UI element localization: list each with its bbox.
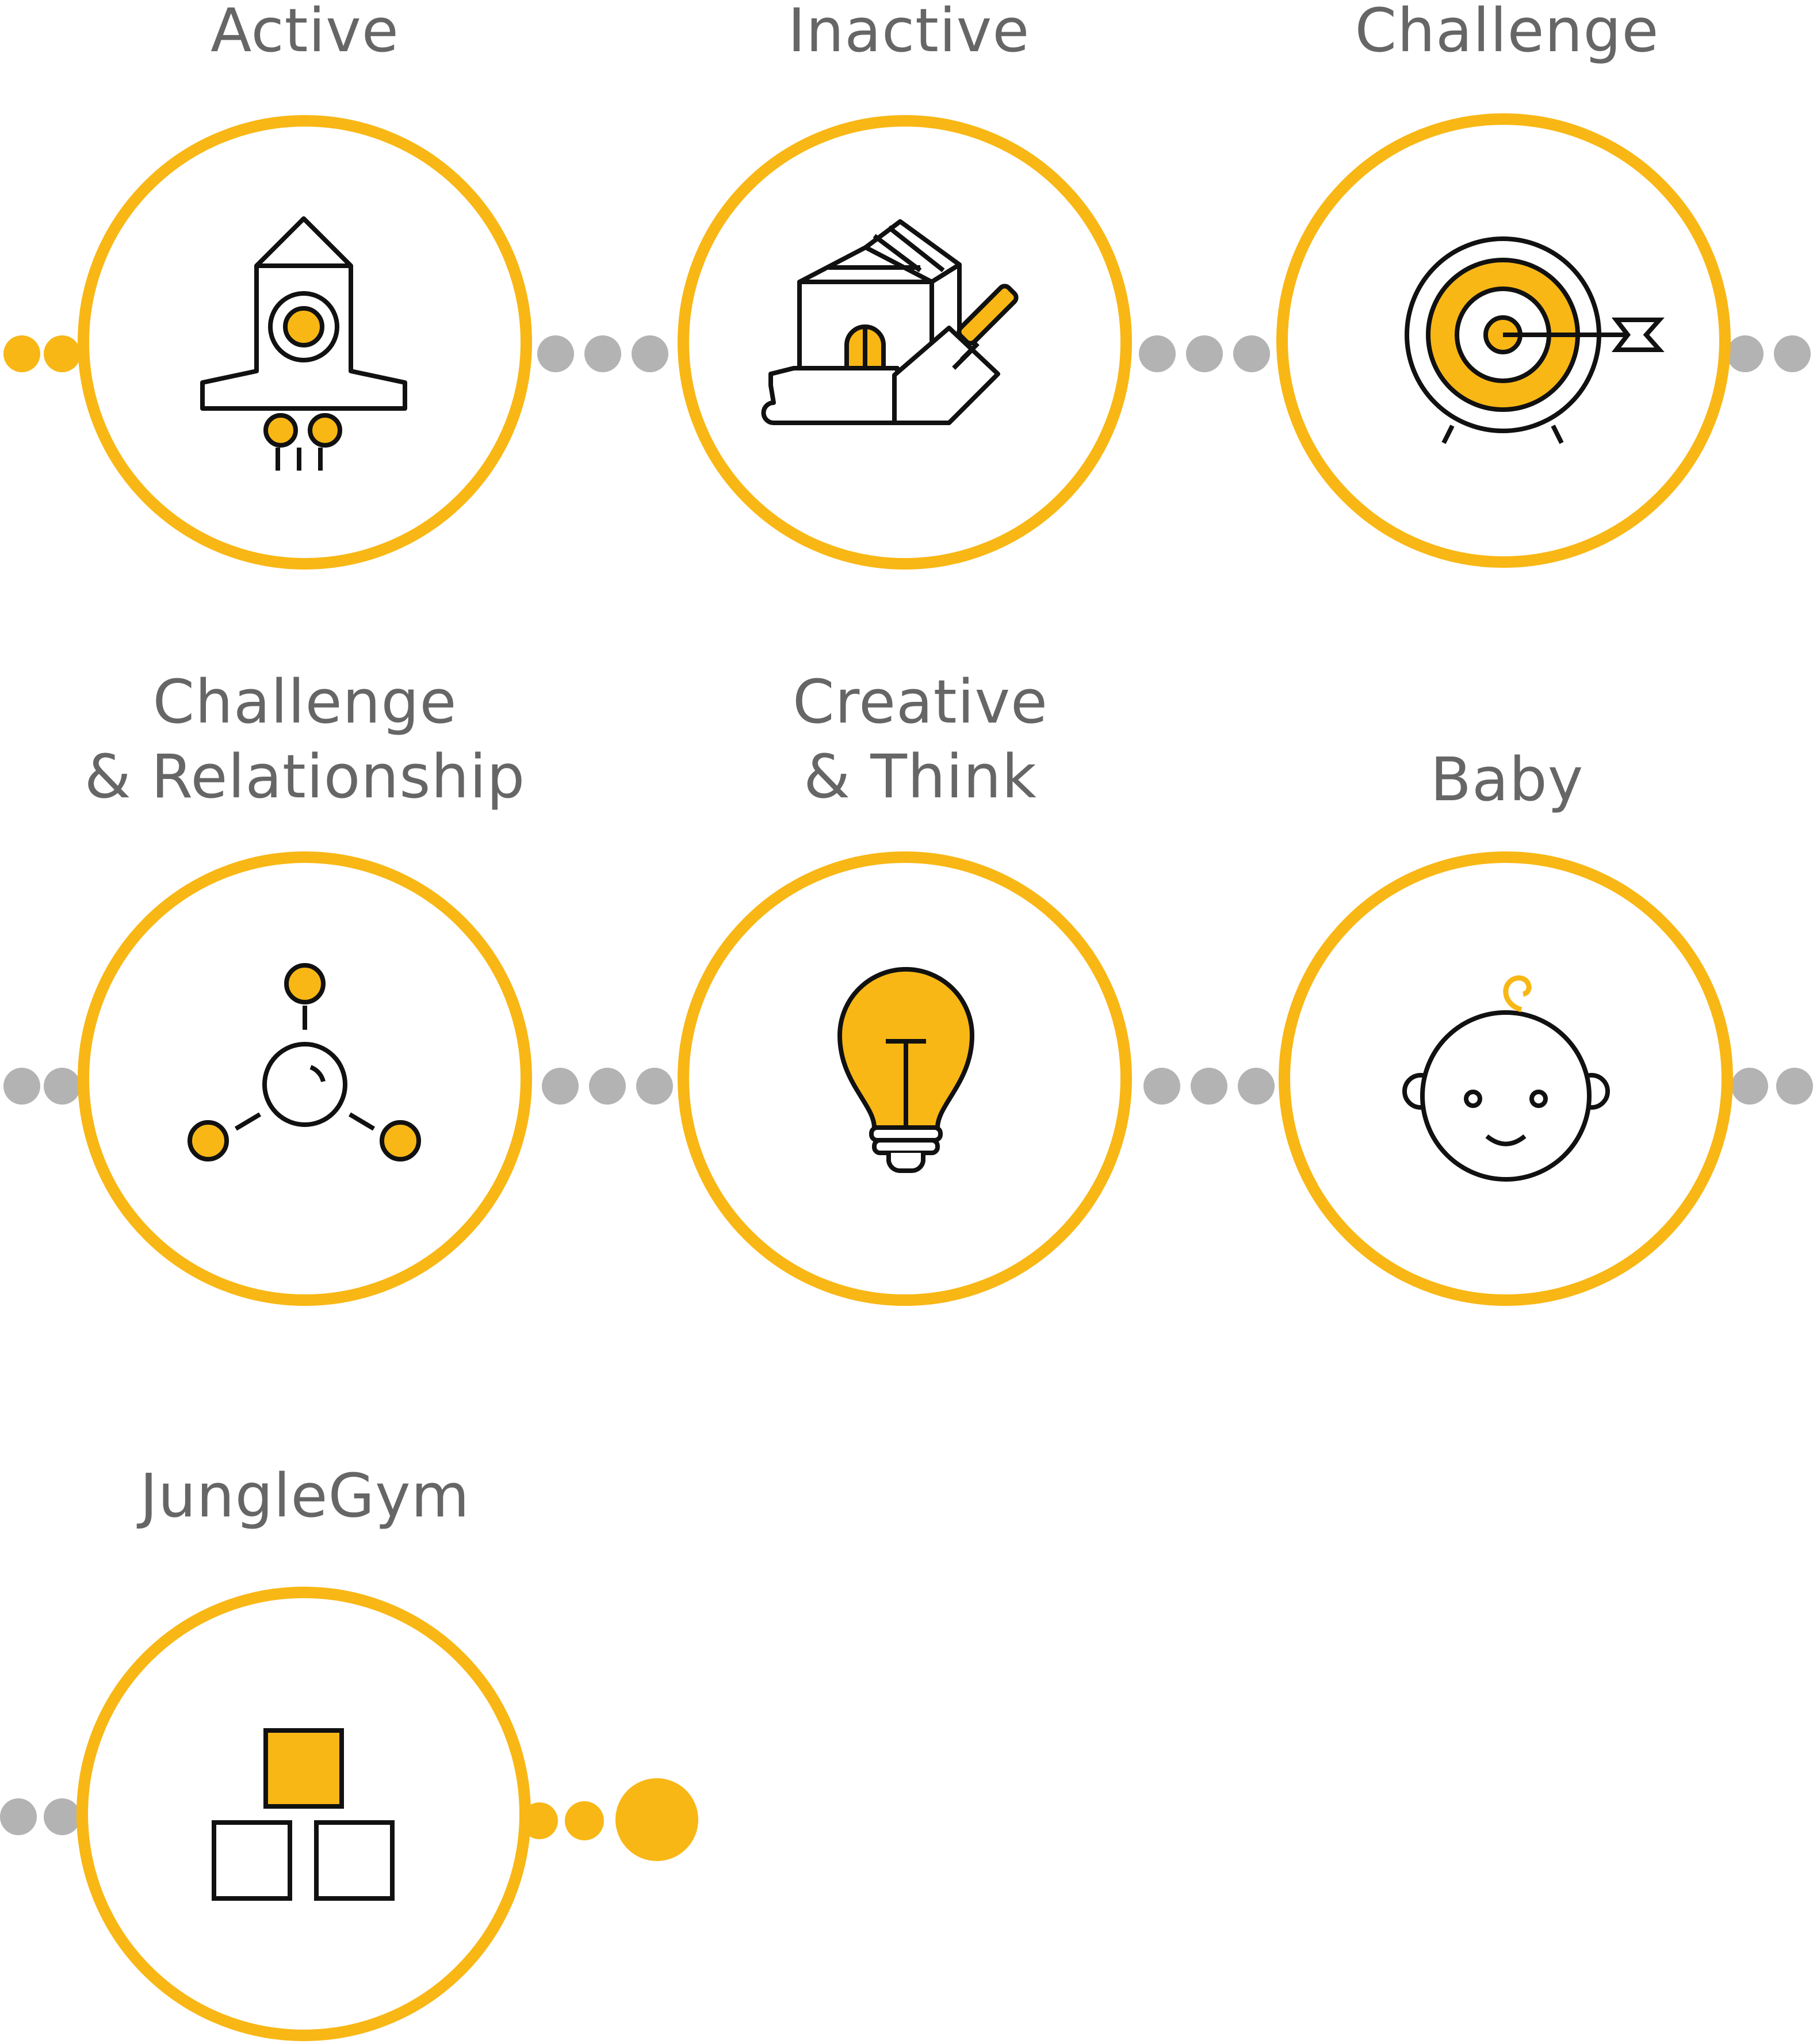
connector-dot [3,1068,40,1105]
connector-dot [1143,1068,1180,1105]
connector-dot [1774,335,1811,372]
connector-dot [589,1068,626,1105]
ring-junglegym [76,1587,531,2041]
connector-dot [0,1798,37,1835]
connector-dot [584,335,621,372]
connector-dot [1731,1068,1768,1105]
connector-dot [1727,335,1764,372]
connector-dot [542,1068,579,1105]
connector-dot-accent [3,335,40,372]
connector-dot-accent [44,335,81,372]
connector-dot [1186,335,1223,372]
timeline-graphics [0,113,1813,2041]
connector-dot [1238,1068,1275,1105]
timeline-end-dot [615,1778,698,1861]
connector-dot [1776,1068,1813,1105]
connector-dot [44,1068,81,1105]
connector-dot [636,1068,673,1105]
connector-dot [632,335,668,372]
connector-dot [1233,335,1270,372]
connector-dot [1139,335,1176,372]
connector-dot [44,1798,81,1835]
connector-dot [537,335,574,372]
category-timeline: Active Inactive Challenge Challenge & Re… [0,0,1817,2044]
connector-dot [1191,1068,1227,1105]
connector-dot-accent [565,1801,604,1840]
